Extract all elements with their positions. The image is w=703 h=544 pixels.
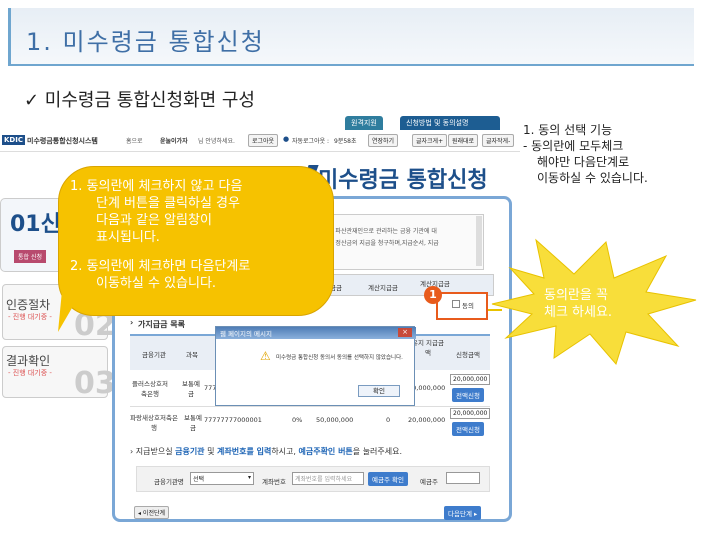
list-title-arrow-icon: › [130,318,134,327]
right-note: 1. 동의 선택 기능 - 동의란에 모두체크 해야만 다음단계로 이동하실 수… [523,122,701,186]
list-header-net: 유지 지급금액 [412,339,444,357]
site-name: 미수령금통합신청시스템 [27,137,98,145]
row2-bank: 파랑새상호저축은행 [130,414,178,432]
chevron-down-icon: ▾ [247,474,251,481]
deposit-instr-f: 예금주확인 버튼 [298,447,353,456]
list-header-type: 과목 [186,351,198,359]
consent-scrollbar[interactable] [476,216,482,266]
owner-label: 예금주 [420,478,438,486]
right-note-line1: - 동의란에 모두체크 [523,139,624,153]
verify-owner-button[interactable]: 예금주 확인 [368,472,408,486]
page-heading: 미수령금 통합신청 [318,168,488,193]
font-smaller-button[interactable]: 글자작게- [482,134,515,147]
dialog-ok-button[interactable]: 확인 [358,385,400,397]
warning-icon: ⚠ [260,349,271,363]
clock-icon: ● [283,135,290,143]
slide-subtitle: ✓ 미수령금 통합신청화면 구성 [24,90,255,111]
consent-checkbox[interactable] [452,300,460,308]
account-input[interactable]: 계좌번호를 입력하세요 [292,472,364,485]
close-icon[interactable]: × [398,328,412,337]
slide-title: 1. 미수령금 통합신청 [26,28,265,56]
row2-pct: 0% [292,416,303,424]
consent-checkbox-label: 동의 [462,302,474,310]
list-header-request: 신청금액 [456,351,480,359]
consent-col-b: 계산지급금 [368,284,398,292]
user-name: 윤눌이가자 [160,138,188,145]
deposit-instr-c: 및 [204,447,217,456]
site-logo: KDIC [2,135,25,145]
callout-item1b: 단계 버튼을 클릭하실 경우 [96,196,240,211]
callout-item1: 1. 동의란에 체크하지 않고 다음 [70,179,243,194]
callout-item2b: 이동하실 수 있습니다. [96,276,217,291]
deposit-instruction: › 지급받으실 금융기관 및 계좌번호를 입력하시고, 예금주확인 버튼을 눌러… [130,446,402,457]
step-2-label: 인증절차 [6,298,51,312]
starburst-line1: 동의란을 꼭 [544,288,608,303]
bank-select[interactable]: 선택 ▾ [190,472,254,485]
deposit-instr-d: 계좌번호를 입력 [217,447,272,456]
deposit-instr-b: 금융기관 [175,447,205,456]
row2-calc2: 20,000,000 [408,416,446,424]
auto-logout-time: 9분58초 [334,138,357,145]
dialog-title: 웹 페이지의 메시지 [220,330,272,338]
row2-amount-input[interactable]: 20,000,000 [450,408,490,419]
right-note-line2: 해야만 다음단계로 [537,155,630,169]
list-title: 가지급금 목록 [138,320,185,329]
alert-dialog: 웹 페이지의 메시지 × ⚠ 미수령금 통합신청 동의서 동의를 선택하지 않았… [215,326,416,406]
row2-calc: 0 [386,416,391,424]
consent-text-line1: 가 파산관재인으로 관리하는 금융 기관에 대 [328,228,437,235]
starburst-line2: 체크 하세요. [544,305,613,320]
tab-guide[interactable]: 신청방법 및 동의설명 [400,116,500,130]
deposit-instr-g: 을 눌러주세요. [352,447,403,456]
callout-item1d: 표시됩니다. [96,230,160,245]
nav-home[interactable]: 홈으로 [126,136,143,145]
owner-input[interactable] [446,472,480,484]
step-3-label: 결과확인 [6,354,51,368]
font-reset-button[interactable]: 원래대로 [448,134,479,147]
bank-label: 금융기관명 [154,478,184,486]
row1-type: 보통예금 [182,380,200,398]
next-step-button[interactable]: 다음단계 ▸ [444,506,482,520]
right-note-line3: 이동하실 수 있습니다. [537,171,648,185]
row1-amount-input[interactable]: 20,000,000 [450,374,490,385]
tab-remote-support[interactable]: 원격지원 [345,116,383,130]
deposit-instr-a: 지급받으실 [135,447,176,456]
font-larger-button[interactable]: 글자크게+ [412,134,448,147]
row1-bank: 플러스상호저축은행 [132,380,168,398]
auto-logout-label: 자동로그아웃 : [292,138,330,145]
step-3-number: 03 [74,366,116,401]
step-2-status: - 진행 대기중 - [8,313,52,321]
row2-full-request-button[interactable]: 전액신청 [452,422,484,436]
callout-item1c: 다음과 같은 알림창이 [96,213,212,228]
right-note-title: 1. 동의 선택 기능 [523,123,613,137]
row2-amount: 50,000,000 [316,416,354,424]
title-divider [8,64,694,66]
list-header-bank: 금융기관 [142,351,166,359]
extend-button[interactable]: 연장하기 [368,134,399,147]
user-greeting: 님 안녕하세요. [198,138,235,145]
row2-acct: 77777777000001 [204,416,262,424]
logout-button[interactable]: 로그아웃 [248,134,279,147]
row-divider [130,406,490,407]
step-3-status: - 진행 대기중 - [8,369,52,377]
account-label: 계좌번호 [262,478,286,486]
prev-step-button[interactable]: ◂ 이전단계 [134,506,169,519]
deposit-instr-e: 하시고, [271,447,299,456]
row1-full-request-button[interactable]: 전액신청 [452,388,484,402]
callout-item2: 2. 동의란에 체크하면 다음단계로 [70,259,251,274]
step-1-action[interactable]: 통합 신청 [14,250,46,263]
step-1-label: 01신 [10,212,61,237]
bank-select-value: 선택 [193,476,205,483]
consent-text-line2: 및 정산금의 지급을 청구하며,지급순서, 지급 [328,240,439,247]
dialog-message: 미수령금 통합신청 동의서 동의를 선택하지 않았습니다. [276,355,403,361]
starburst-text: 동의란을 꼭 체크 하세요. [544,287,612,321]
row2-type: 보통예금 [184,414,202,432]
step-badge: 1 [424,286,442,304]
